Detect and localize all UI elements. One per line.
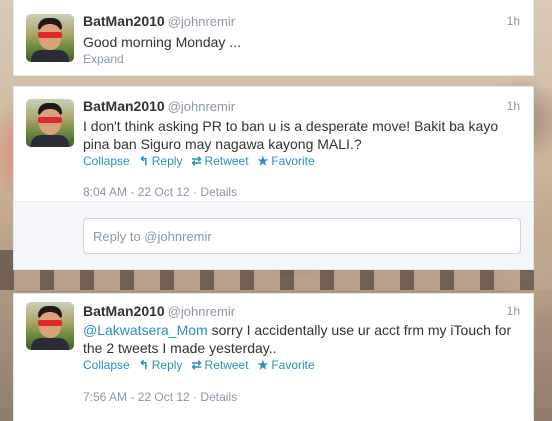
reply-action[interactable]: ↰ Reply (139, 358, 183, 372)
tweet-text-line: @Lakwatsera_Mom sorry I accidentally use… (83, 321, 523, 339)
author-handle[interactable]: @johnremir (168, 304, 235, 319)
tweet-text-line: the 2 tweets I made yesterday.. (83, 340, 277, 356)
favorite-action[interactable]: ★ Favorite (258, 154, 315, 168)
favorite-label: Favorite (271, 358, 315, 372)
collapse-link[interactable]: Collapse (83, 154, 130, 168)
reply-area: Reply to @johnremir (14, 201, 533, 269)
retweet-label: Retweet (204, 358, 249, 372)
star-icon: ★ (257, 154, 269, 168)
expand-link[interactable]: Expand (83, 52, 124, 66)
retweet-action[interactable]: ⇄ Retweet (191, 154, 248, 168)
tweet-meta: 8:04 AM - 22 Oct 12 · Details (83, 185, 238, 199)
avatar[interactable] (26, 302, 74, 350)
collapse-link[interactable]: Collapse (83, 358, 130, 372)
tweet-text-line: I don't think asking PR to ban u is a de… (83, 118, 499, 134)
tweet-text: @Lakwatsera_Mom sorry I accidentally use… (83, 321, 523, 357)
reply-label: Reply (151, 154, 183, 168)
tweet-author[interactable]: BatMan2010 @johnremir (83, 303, 235, 319)
favorite-action[interactable]: ★ Favorite (258, 358, 315, 372)
tweet-author[interactable]: BatMan2010 @johnremir (83, 98, 235, 114)
tweet-date[interactable]: 8:04 AM - 22 Oct 12 (83, 185, 190, 199)
retweet-icon: ⇄ (191, 358, 202, 372)
tweet-actions: Collapse ↰ Reply ⇄ Retweet ★ Favorite (83, 358, 315, 372)
tweet-text: I don't think asking PR to ban u is a de… (83, 117, 523, 153)
reply-label: Reply (151, 358, 183, 372)
reply-action[interactable]: ↰ Reply (139, 154, 183, 168)
favorite-label: Favorite (271, 154, 315, 168)
tweet-text-line: pina ban Siguro may nagawa kayong MALI.? (83, 136, 362, 152)
tweet-actions: Collapse ↰ Reply ⇄ Retweet ★ Favorite (83, 154, 315, 168)
reply-arrow-icon: ↰ (138, 358, 149, 372)
retweet-action[interactable]: ⇄ Retweet (191, 358, 248, 372)
tweet-time[interactable]: 1h (507, 304, 520, 318)
reply-input[interactable]: Reply to @johnremir (83, 218, 521, 254)
avatar[interactable] (26, 14, 74, 62)
retweet-label: Retweet (204, 154, 249, 168)
author-handle[interactable]: @johnremir (168, 99, 235, 114)
tweet-card[interactable]: BatMan2010 @johnremir 1h @Lakwatsera_Mom … (13, 293, 534, 421)
tweet-time[interactable]: 1h (507, 14, 520, 28)
author-name[interactable]: BatMan2010 (83, 303, 165, 319)
star-icon: ★ (257, 358, 269, 372)
tweet-card[interactable]: BatMan2010 @johnremir 1h Good morning Mon… (13, 0, 534, 76)
details-link[interactable]: Details (200, 185, 237, 199)
tweet-meta: 7:56 AM - 22 Oct 12 · Details (83, 390, 238, 404)
avatar[interactable] (26, 99, 74, 147)
tweet-text-fragment: sorry I accidentally use ur acct frm my … (207, 322, 512, 338)
tweet-card[interactable]: BatMan2010 @johnremir 1h I don't think as… (13, 86, 534, 270)
tweet-text: Good morning Monday ... (83, 34, 241, 50)
mention-link[interactable]: @Lakwatsera_Mom (83, 322, 208, 338)
reply-arrow-icon: ↰ (138, 154, 149, 168)
author-handle[interactable]: @johnremir (168, 14, 235, 29)
tweet-date[interactable]: 7:56 AM - 22 Oct 12 (83, 390, 190, 404)
details-link[interactable]: Details (200, 390, 237, 404)
author-name[interactable]: BatMan2010 (83, 13, 165, 29)
author-name[interactable]: BatMan2010 (83, 98, 165, 114)
tweet-author[interactable]: BatMan2010 @johnremir (83, 13, 235, 29)
tweet-time[interactable]: 1h (507, 99, 520, 113)
retweet-icon: ⇄ (191, 154, 202, 168)
